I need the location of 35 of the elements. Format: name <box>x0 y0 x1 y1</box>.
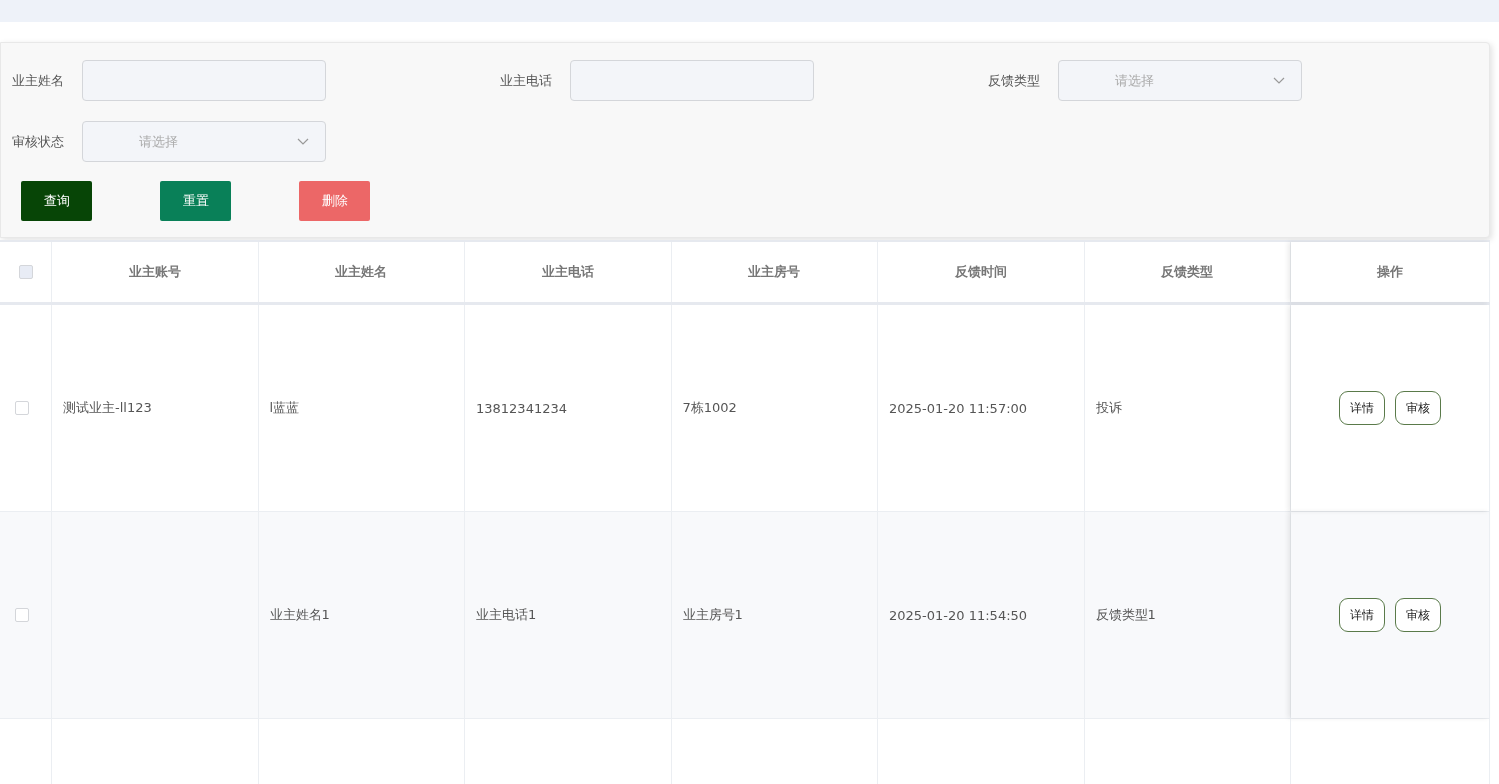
table-cell: 7栋1002 <box>682 399 737 417</box>
column-header: 业主电话 <box>541 263 594 281</box>
field-label: 审核状态 <box>12 132 65 151</box>
query-button[interactable]: 查询 <box>21 181 92 221</box>
field-label: 业主姓名 <box>12 71 65 90</box>
input-field[interactable] <box>82 60 326 101</box>
field-label: 业主电话 <box>500 71 553 90</box>
checkbox[interactable] <box>18 265 33 279</box>
column-header: 业主房号 <box>748 263 801 281</box>
table-cell: 测试业主-ll123 <box>63 399 152 417</box>
table-cell: 业主房号1 <box>682 606 743 624</box>
table-cell: 业主电话1 <box>476 606 537 624</box>
checkbox[interactable] <box>14 608 29 622</box>
review-button[interactable]: 审核 <box>1395 391 1441 425</box>
checkbox[interactable] <box>14 401 29 415</box>
review-button[interactable]: 审核 <box>1395 598 1441 632</box>
column-header: 反馈时间 <box>954 263 1007 281</box>
table-cell: 13812341234 <box>476 400 567 416</box>
details-button[interactable]: 详情 <box>1339 391 1385 425</box>
column-header: 业主账号 <box>128 263 181 281</box>
table-cell: 2025-01-20 11:57:00 <box>889 400 1028 416</box>
column-header: 反馈类型 <box>1161 263 1214 281</box>
table-cell: 反馈类型1 <box>1095 606 1156 624</box>
input-field[interactable] <box>570 60 814 101</box>
table-cell: 2025-01-20 11:54:50 <box>889 607 1028 623</box>
table-cell: l蓝蓝 <box>269 399 300 417</box>
details-button[interactable]: 详情 <box>1339 598 1385 632</box>
chevron-down-icon <box>297 137 309 146</box>
column-header: 业主姓名 <box>335 263 388 281</box>
table-cell: 业主姓名1 <box>269 606 330 624</box>
table-cell: 投诉 <box>1095 399 1122 417</box>
chevron-down-icon <box>1273 76 1285 85</box>
reset-button[interactable]: 重置 <box>160 181 231 221</box>
column-header: 操作 <box>1377 263 1403 281</box>
field-label: 反馈类型 <box>988 71 1041 90</box>
